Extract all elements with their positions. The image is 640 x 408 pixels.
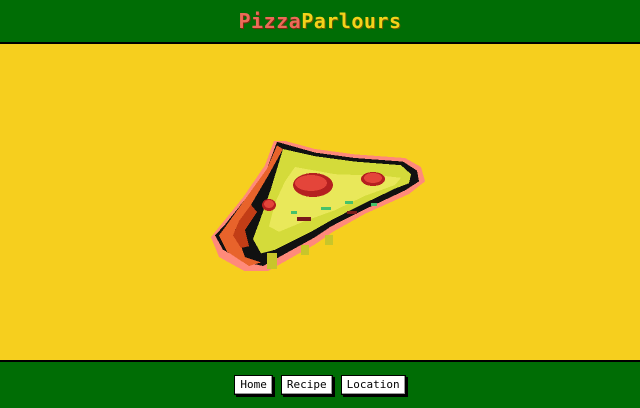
title-parlours: Parlours: [301, 9, 402, 33]
header: PizzaParlours: [0, 0, 640, 44]
location-button[interactable]: Location: [340, 375, 406, 395]
site-title: PizzaParlours: [238, 9, 401, 33]
footer-nav: Home Recipe Location: [0, 360, 640, 408]
home-button[interactable]: Home: [234, 375, 273, 395]
main-area: [0, 44, 640, 360]
title-pizza: Pizza: [238, 9, 302, 33]
recipe-button[interactable]: Recipe: [280, 375, 333, 395]
pizza-slice-icon: [211, 141, 425, 271]
